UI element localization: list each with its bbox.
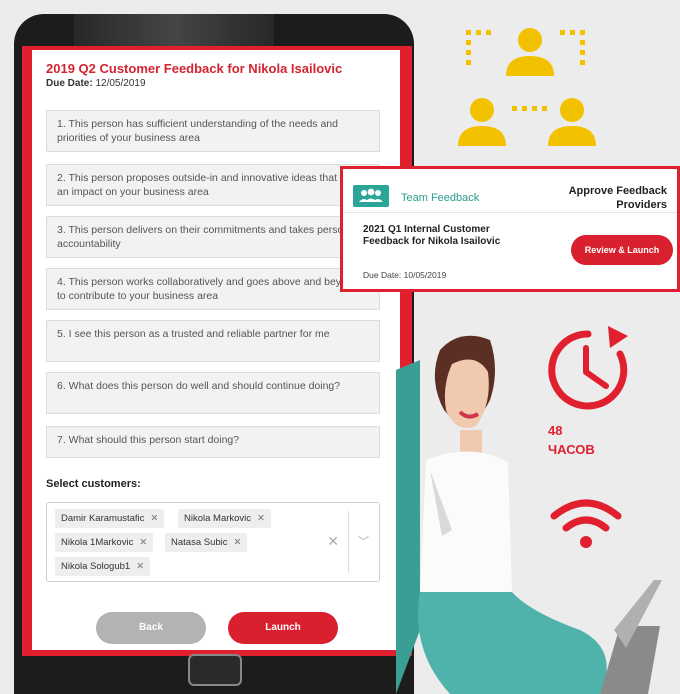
clear-all-icon[interactable]: ✕: [327, 533, 339, 550]
tablet-home-button[interactable]: [188, 654, 242, 686]
customer-tag[interactable]: Natasa Subic ✕: [165, 533, 248, 552]
customer-tag[interactable]: Damir Karamustafic ✕: [55, 509, 165, 528]
team-feedback-label[interactable]: Team Feedback: [401, 192, 479, 204]
close-icon[interactable]: ✕: [136, 561, 144, 572]
close-icon[interactable]: ✕: [139, 537, 147, 548]
due-date: Due Date: 12/05/2019: [46, 78, 146, 89]
woman-with-laptop-illustration: [396, 335, 662, 694]
close-icon[interactable]: ✕: [234, 537, 242, 548]
customer-tag-label: Nikola Markovic: [184, 513, 252, 524]
select-customers-label: Select customers:: [46, 478, 141, 490]
customer-tag-label: Damir Karamustafic: [61, 513, 145, 524]
feedback-form: 2019 Q2 Customer Feedback for Nikola Isa…: [32, 50, 400, 650]
question-6[interactable]: 6. What does this person do well and sho…: [46, 372, 380, 414]
card-header: Team Feedback Approve Feedback Providers: [343, 169, 677, 213]
form-title: 2019 Q2 Customer Feedback for Nikola Isa…: [46, 61, 343, 76]
launch-button[interactable]: Launch: [228, 612, 338, 644]
customer-tag-label: Natasa Subic: [171, 537, 228, 548]
customer-tag[interactable]: Nikola 1Markovic ✕: [55, 533, 154, 552]
customer-tag[interactable]: Nikola Markovic ✕: [178, 509, 272, 528]
approve-feedback-title: Approve Feedback Providers: [568, 185, 667, 211]
team-feedback-icon: [353, 185, 389, 207]
back-button[interactable]: Back: [96, 612, 206, 644]
customer-tag-label: Nikola Sologub1: [61, 561, 131, 572]
question-4[interactable]: 4. This person works collaboratively and…: [46, 268, 380, 310]
approve-feedback-card: Team Feedback Approve Feedback Providers…: [340, 166, 680, 292]
question-7[interactable]: 7. What should this person start doing?: [46, 426, 380, 458]
review-launch-button[interactable]: Review & Launch: [571, 235, 673, 265]
feedback-title: 2021 Q1 Internal Customer Feedback for N…: [363, 224, 501, 247]
chevron-down-icon[interactable]: ﹀: [358, 533, 369, 549]
select-divider: [348, 511, 349, 573]
question-3[interactable]: 3. This person delivers on their commitm…: [46, 216, 380, 258]
due-date-value: 12/05/2019: [95, 78, 146, 89]
question-1[interactable]: 1. This person has sufficient understand…: [46, 110, 380, 152]
close-icon[interactable]: ✕: [257, 513, 265, 524]
customer-multiselect[interactable]: Damir Karamustafic ✕ Nikola Markovic ✕ Nik…: [46, 502, 380, 582]
customer-tag-label: Nikola 1Markovic: [61, 537, 134, 548]
due-date-label: Due Date:: [46, 78, 93, 89]
close-icon[interactable]: ✕: [150, 513, 158, 524]
question-5[interactable]: 5. I see this person as a trusted and re…: [46, 320, 380, 362]
team-network-icon: [458, 28, 596, 146]
customer-tag[interactable]: Nikola Sologub1 ✕: [55, 557, 151, 576]
card-due-date: Due Date: 10/05/2019: [363, 270, 447, 280]
question-2[interactable]: 2. This person proposes outside-in and i…: [46, 164, 380, 206]
